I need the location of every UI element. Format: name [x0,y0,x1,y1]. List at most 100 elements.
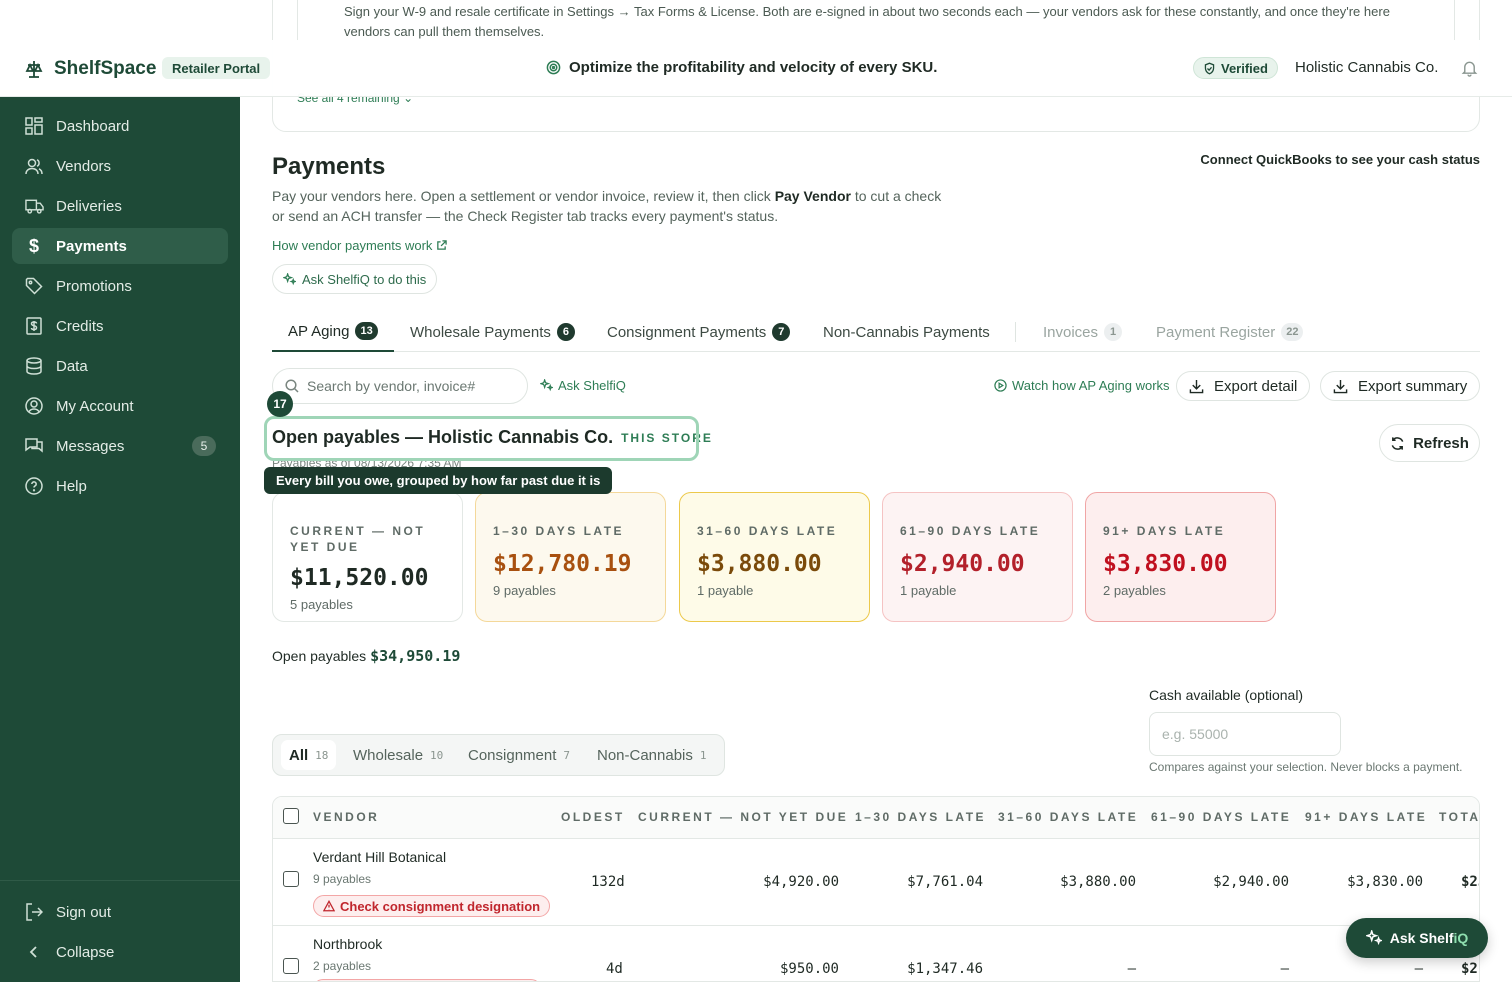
watch-video-link[interactable]: Watch how AP Aging works [994,378,1170,393]
tab-consignment-payments[interactable]: Consignment Payments 7 [607,312,791,352]
aging-card-31-60[interactable]: 31–60 DAYS LATE $3,880.00 1 payable [679,492,870,622]
sidebar-item-promotions[interactable]: Promotions [12,268,228,304]
collapse-button[interactable]: Collapse [12,934,228,970]
cash-available-input[interactable] [1149,712,1341,756]
target-icon [546,60,561,75]
sidebar-item-payments[interactable]: $ Payments [12,228,228,264]
vendor-name[interactable]: Northbrook [313,936,382,952]
sidebar-item-messages[interactable]: Messages 5 [12,428,228,464]
tab-ap-aging[interactable]: AP Aging 13 [272,312,394,352]
aging-card-91-plus[interactable]: 91+ DAYS LATE $3,830.00 2 payables [1085,492,1276,622]
page-title: Payments [272,153,386,180]
sidebar-item-label: Vendors [56,157,112,175]
refresh-button[interactable]: Refresh [1379,424,1480,462]
vendor-name[interactable]: Verdant Hill Botanical [313,849,446,865]
portal-badge: Retailer Portal [162,57,271,79]
col-vendor[interactable]: VENDOR [313,810,379,824]
ask-shelfiq-link[interactable]: Ask ShelfiQ [540,378,626,393]
filter-consignment[interactable]: Consignment 7 [460,740,578,770]
sidebar-item-label: Payments [56,237,127,255]
card-divider [297,0,298,41]
ask-shelfiq-button[interactable]: Ask ShelfiQ to do this [272,264,438,294]
dollar-icon: $ [28,235,39,256]
export-summary-button[interactable]: Export summary [1320,371,1481,401]
download-icon [1333,379,1348,393]
table-row[interactable]: Northbrook 2 payables 4d $950.00 $1,347.… [273,926,1479,981]
sidebar-divider [0,880,240,881]
amount-91-plus: – [1414,961,1423,977]
tour-highlight [264,416,699,461]
store-switcher[interactable]: Holistic Cannabis Co. [1295,59,1438,76]
export-detail-button[interactable]: Export detail [1176,371,1311,401]
pay-vendor-emphasis: Pay Vendor [774,188,851,204]
aging-amount: $3,830.00 [1103,551,1228,577]
col-61-90[interactable]: 61–90 DAYS LATE [1151,810,1291,824]
col-current[interactable]: CURRENT — NOT YET DUE [638,810,848,824]
verified-label: Verified [1221,60,1268,76]
amount-31-60: $3,880.00 [1060,874,1136,890]
aging-card-current[interactable]: CURRENT — NOT YET DUE $11,520.00 5 payab… [272,492,463,622]
bell-icon[interactable] [1461,59,1478,77]
ask-shelfiq-fab[interactable]: Ask ShelfiQ [1346,918,1488,958]
connect-quickbooks-link[interactable]: Connect QuickBooks to see your cash stat… [1200,152,1480,167]
users-icon [24,156,44,176]
filter-all[interactable]: All 18 [281,740,337,770]
col-oldest[interactable]: OLDEST [561,810,625,824]
aging-amount: $12,780.19 [493,551,632,577]
aging-count: 1 payable [900,583,957,598]
filter-wholesale[interactable]: Wholesale 10 [345,740,451,770]
filter-non-cannabis[interactable]: Non-Cannabis 1 [589,740,715,770]
shield-check-icon [1204,62,1215,74]
consignment-warning-badge[interactable]: Check consignment designation [313,895,551,917]
col-total[interactable]: TOTA [1439,810,1479,824]
tab-wholesale-payments[interactable]: Wholesale Payments 6 [410,312,575,352]
sidebar-item-deliveries[interactable]: Deliveries [12,188,228,224]
search-box [272,368,528,404]
sidebar-item-vendors[interactable]: Vendors [12,148,228,184]
scale-icon [25,61,43,78]
sidebar-item-help[interactable]: Help [12,468,228,504]
tab-count: 6 [556,323,575,341]
how-payments-work-link[interactable]: How vendor payments work [272,238,448,253]
tab-non-cannabis-payments[interactable]: Non-Cannabis Payments [823,312,990,352]
select-all-checkbox[interactable] [283,808,299,824]
ap-aging-table: VENDOR OLDEST CURRENT — NOT YET DUE 1–30… [272,796,1480,982]
tagline: Optimize the profitability and velocity … [546,59,937,76]
tagline-text: Optimize the profitability and velocity … [569,59,938,76]
open-payables-total: Open payables $34,950.19 [272,647,461,665]
database-icon [24,356,44,376]
col-91-plus[interactable]: 91+ DAYS LATE [1305,810,1427,824]
sidebar-item-my-account[interactable]: My Account [12,388,228,424]
brand-logo[interactable]: ShelfSpace [24,58,156,80]
sidebar-item-data[interactable]: Data [12,348,228,384]
tab-payment-register[interactable]: Payment Register 22 [1156,312,1304,352]
table-row[interactable]: Verdant Hill Botanical 9 payables Check … [273,839,1479,926]
truck-icon [24,196,44,216]
verified-badge: Verified [1193,57,1278,79]
search-input[interactable] [307,378,507,394]
table-header: VENDOR OLDEST CURRENT — NOT YET DUE 1–30… [273,797,1479,839]
user-circle-icon [24,396,44,416]
aging-card-1-30[interactable]: 1–30 DAYS LATE $12,780.19 9 payables [475,492,666,622]
sparkle-icon [1365,930,1382,946]
col-31-60[interactable]: 31–60 DAYS LATE [998,810,1138,824]
sidebar-item-label: Dashboard [56,117,130,135]
col-1-30[interactable]: 1–30 DAYS LATE [855,810,986,824]
row-checkbox[interactable] [283,871,299,887]
sidebar-item-dashboard[interactable]: Dashboard [12,108,228,144]
amount-31-60: – [1127,961,1136,977]
tour-step-badge[interactable]: 17 [267,391,293,417]
sign-out-button[interactable]: Sign out [12,894,228,930]
amount-total: $2 [1461,961,1478,977]
tab-invoices[interactable]: Invoices 1 [1043,312,1123,352]
aging-card-61-90[interactable]: 61–90 DAYS LATE $2,940.00 1 payable [882,492,1073,622]
row-checkbox[interactable] [283,958,299,974]
tour-tooltip: Every bill you owe, grouped by how far p… [264,467,613,494]
sidebar-item-label: Data [56,357,88,375]
sidebar-item-label: Messages [56,437,125,455]
cash-available-help: Compares against your selection. Never b… [1149,760,1463,774]
sidebar-item-credits[interactable]: Credits [12,308,228,344]
tab-count: 22 [1281,323,1304,341]
dashboard-icon [24,116,44,136]
amount-1-30: $1,347.46 [907,961,983,977]
